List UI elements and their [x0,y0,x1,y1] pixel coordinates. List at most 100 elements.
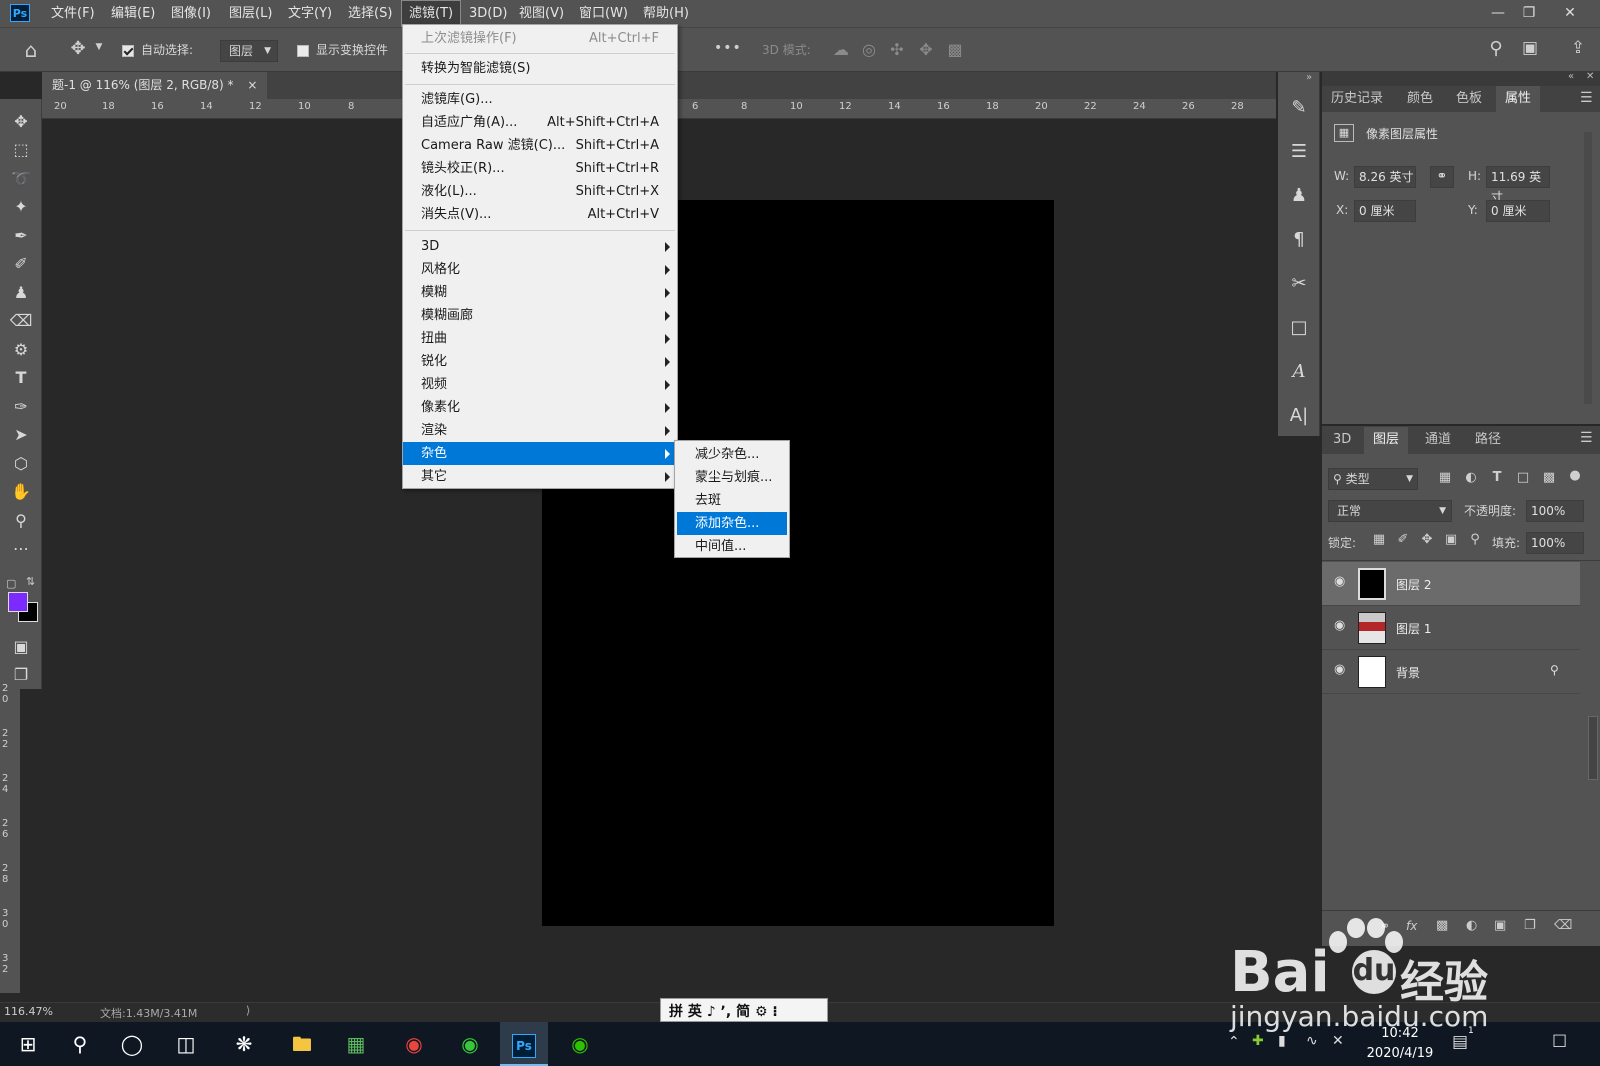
filter-pixel-icon[interactable]: ▦ [1436,470,1454,485]
x-field[interactable]: 0 厘米 [1354,200,1416,222]
fill-field[interactable]: 100% [1526,532,1584,554]
3d-roll-icon[interactable]: ◎ [858,40,880,59]
menu-pixelate[interactable]: 像素化 [403,396,677,419]
menu-render[interactable]: 渲染 [403,419,677,442]
shape-tool-icon[interactable]: ⬡ [7,451,35,477]
layer-row[interactable]: ◉ 背景 ⚲ [1322,650,1580,694]
lock-artboard-icon[interactable]: ▣ [1442,532,1460,547]
opacity-field[interactable]: 100% [1526,500,1584,522]
battery-icon[interactable]: ▮ [1278,1033,1286,1049]
collapse-icon[interactable]: « [1568,71,1574,82]
chevron-down-icon[interactable]: ▼ [94,42,104,52]
link-icon[interactable]: ⚭ [1430,166,1454,188]
tab-history[interactable]: 历史记录 [1322,86,1392,112]
menu-window[interactable]: 窗口(W) [572,0,635,27]
chrome-icon[interactable]: ◉ [390,1022,438,1066]
paragraph-icon[interactable]: ¶ [1285,224,1313,256]
menu-other[interactable]: 其它 [403,465,677,488]
y-field[interactable]: 0 厘米 [1486,200,1550,222]
task-view-icon[interactable]: ◫ [162,1022,210,1066]
menu-edit[interactable]: 编辑(E) [104,0,162,27]
ime-toolbar[interactable]: 拼 英 ♪ ʼ, 简 ⚙ ⁝ [660,998,828,1022]
notifications-icon[interactable]: ▤ [1452,1032,1468,1052]
file-explorer-icon[interactable]: 🖿 [278,1022,326,1066]
scrollbar[interactable] [1588,716,1598,780]
tab-color[interactable]: 颜色 [1398,86,1442,112]
adjustments-icon[interactable]: ☰ [1285,136,1313,168]
foreground-color-swatch[interactable] [8,592,28,612]
cortana-icon[interactable]: ◯ [108,1022,156,1066]
blend-mode-dropdown[interactable]: 正常 ▼ [1328,500,1452,522]
width-field[interactable]: 8.26 英寸 [1354,166,1416,188]
filter-smart-object-icon[interactable]: ▩ [1540,470,1558,485]
volume-mute-icon[interactable]: ✕ [1332,1033,1344,1049]
menu-despeckle[interactable]: 去斑 [675,489,789,512]
menu-blur[interactable]: 模糊 [403,281,677,304]
filter-type-icon[interactable]: T [1488,470,1506,485]
lock-transparent-icon[interactable]: ▦ [1370,532,1388,547]
menu-3d[interactable]: 3D [403,235,677,258]
menu-last-filter[interactable]: 上次滤镜操作(F) Alt+Ctrl+F [403,27,677,50]
search-icon[interactable]: ⚲ [56,1022,104,1066]
photoshop-taskbar-icon[interactable]: Ps [500,1022,548,1066]
chevron-right-icon[interactable]: ⟩ [246,1004,250,1017]
menu-stylize[interactable]: 风格化 [403,258,677,281]
lock-position-icon[interactable]: ✥ [1418,532,1436,547]
layer-row[interactable]: ◉ 图层 2 [1322,562,1580,606]
minimize-icon[interactable]: — [1483,2,1513,24]
menu-filter-gallery[interactable]: 滤镜库(G)... [403,88,677,111]
menu-liquify[interactable]: 液化(L)... Shift+Ctrl+X [403,180,677,203]
glyphs-icon[interactable]: A [1285,356,1313,388]
menu-camera-raw[interactable]: Camera Raw 滤镜(C)... Shift+Ctrl+A [403,134,677,157]
menu-noise[interactable]: 杂色 [403,442,677,465]
menu-adaptive-wide-angle[interactable]: 自适应广角(A)... Alt+Shift+Ctrl+A [403,111,677,134]
tab-channels[interactable]: 通道 [1416,427,1460,453]
wifi-icon[interactable]: ∿ [1306,1033,1318,1049]
tab-swatches[interactable]: 色板 [1447,86,1491,112]
close-icon[interactable]: ✕ [1555,2,1585,24]
visibility-eye-icon[interactable]: ◉ [1334,618,1345,633]
zoom-level[interactable]: 116.47% [4,1005,53,1018]
tray-app-icon[interactable]: ✚ [1252,1033,1264,1049]
clone-source-icon[interactable]: ♟ [1285,180,1313,212]
stamp-tool-icon[interactable]: ♟ [7,280,35,306]
3d-orbit-icon[interactable]: ☁ [830,40,852,59]
panel-menu-icon[interactable]: ☰ [1580,90,1593,106]
3d-slide-icon[interactable]: ✥ [915,40,937,59]
brush-tool-icon[interactable]: ✐ [7,251,35,277]
lock-all-icon[interactable]: ⚲ [1466,532,1484,547]
menu-distort[interactable]: 扭曲 [403,327,677,350]
move-tool-icon[interactable]: ✥ [66,38,90,62]
path-select-icon[interactable]: ➤ [7,422,35,448]
auto-select-checkbox[interactable] [122,45,134,57]
workspace-icon[interactable]: ▣ [1518,38,1542,58]
home-icon[interactable]: ⌂ [18,38,44,62]
hand-tool-icon[interactable]: ✋ [7,479,35,505]
menu-dust-scratches[interactable]: 蒙尘与划痕... [675,466,789,489]
3d-camera-icon[interactable]: ▩ [944,40,966,59]
character-icon[interactable]: A| [1285,400,1313,432]
3d-pan-icon[interactable]: ✣ [886,40,908,59]
image-app-icon[interactable]: ▦ [332,1022,380,1066]
wechat-icon[interactable]: ◉ [556,1022,604,1066]
default-colors-icon[interactable]: ▢ [6,577,16,590]
close-tab-icon[interactable]: × [247,78,257,92]
clock-date[interactable]: 2020/4/19 [1360,1046,1440,1061]
menu-sharpen[interactable]: 锐化 [403,350,677,373]
app-pinwheel-icon[interactable]: ❋ [220,1022,268,1066]
close-icon[interactable]: ✕ [1586,71,1594,82]
delete-layer-icon[interactable]: ⌫ [1554,918,1572,933]
quick-mask-icon[interactable]: ▣ [7,634,35,660]
layer-row[interactable]: ◉ 图层 1 [1322,606,1580,650]
eraser-tool-icon[interactable]: ⌫ [7,308,35,334]
menu-add-noise[interactable]: 添加杂色... [677,512,787,535]
paint-bucket-icon[interactable]: ⚙ [7,337,35,363]
menu-help[interactable]: 帮助(H) [636,0,696,27]
menu-blur-gallery[interactable]: 模糊画廊 [403,304,677,327]
tab-paths[interactable]: 路径 [1466,427,1510,453]
menu-video[interactable]: 视频 [403,373,677,396]
menu-3d[interactable]: 3D(D) [462,0,514,27]
zoom-tool-icon[interactable]: ⚲ [7,508,35,534]
scrollbar[interactable] [1584,132,1592,404]
restore-icon[interactable]: ❐ [1514,2,1544,24]
